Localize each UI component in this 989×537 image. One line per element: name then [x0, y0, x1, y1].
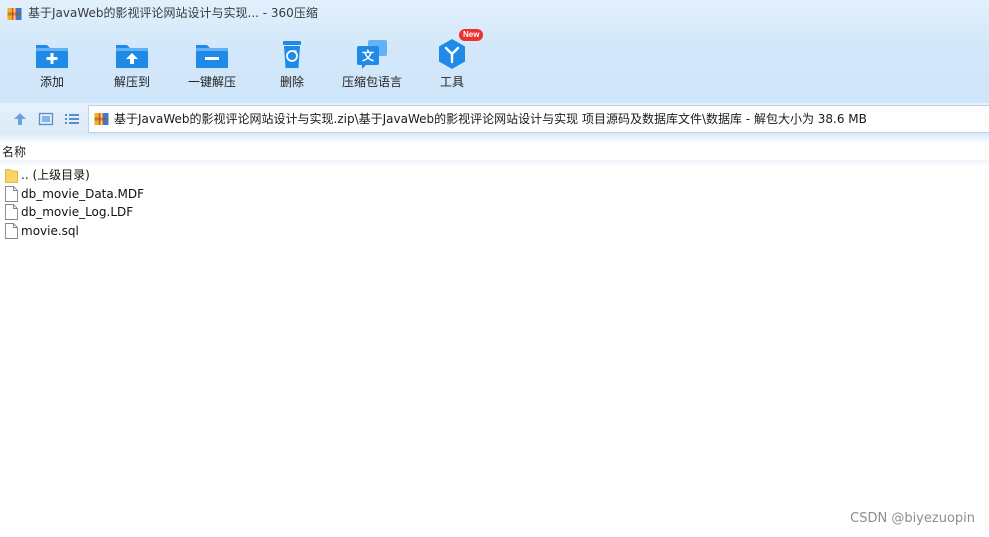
file-name: movie.sql [21, 223, 79, 238]
add-button[interactable]: 添加 [6, 34, 98, 94]
file-icon [5, 204, 18, 220]
extract-folder-icon [116, 45, 148, 68]
navigation-bar: 基于JavaWeb的影视评论网站设计与实现.zip\基于JavaWeb的影视评论… [0, 103, 989, 135]
svg-text:文: 文 [362, 48, 375, 63]
file-name: db_movie_Data.MDF [21, 186, 145, 201]
folder-icon [5, 169, 18, 183]
file-icon [5, 185, 18, 202]
toolbar: 添加 解压到 一键解压 删除 文 压缩包语言 New 工具 [0, 29, 520, 96]
extract-to-button[interactable]: 解压到 [86, 34, 178, 94]
archive-language-button[interactable]: 文 压缩包语言 [326, 34, 418, 94]
tools-button-label: 工具 [439, 75, 464, 89]
column-header-name[interactable]: 名称 [2, 145, 26, 159]
archive-language-button-label: 压缩包语言 [341, 75, 402, 89]
list-item-parent-directory[interactable]: .. (上级目录) [0, 166, 989, 185]
archive-icon [7, 8, 22, 20]
separator [0, 135, 989, 144]
recycle-bin-icon [283, 41, 301, 68]
list-view-icon[interactable] [63, 110, 81, 128]
extract-to-button-label: 解压到 [113, 75, 150, 89]
file-list: .. (上级目录) db_movie_Data.MDF db_movie_Log… [0, 166, 989, 240]
thumbnail-view-icon[interactable] [37, 110, 55, 128]
quick-extract-folder-icon [196, 45, 228, 68]
title-bar: 基于JavaWeb的影视评论网站设计与实现... - 360压缩 [0, 0, 989, 28]
file-name: .. (上级目录) [21, 168, 90, 182]
watermark: CSDN @biyezuopin [850, 511, 975, 526]
tools-button[interactable]: New 工具 [406, 29, 498, 94]
delete-button[interactable]: 删除 [246, 34, 338, 94]
tools-icon [439, 39, 465, 69]
up-arrow-icon[interactable] [11, 110, 29, 128]
add-button-label: 添加 [39, 75, 64, 89]
path-text: 基于JavaWeb的影视评论网站设计与实现.zip\基于JavaWeb的影视评论… [114, 112, 867, 126]
delete-button-label: 删除 [279, 75, 304, 89]
window-header: 基于JavaWeb的影视评论网站设计与实现... - 360压缩 添加 解压到 [0, 0, 989, 103]
list-item[interactable]: movie.sql [0, 222, 989, 241]
archive-icon [94, 113, 109, 125]
quick-extract-button-label: 一键解压 [187, 75, 236, 89]
list-item[interactable]: db_movie_Data.MDF [0, 185, 989, 204]
window-title: 基于JavaWeb的影视评论网站设计与实现... - 360压缩 [28, 6, 318, 20]
file-icon [5, 222, 18, 239]
path-bar[interactable]: 基于JavaWeb的影视评论网站设计与实现.zip\基于JavaWeb的影视评论… [88, 105, 989, 133]
quick-extract-button[interactable]: 一键解压 [166, 34, 258, 94]
new-badge: New [459, 29, 484, 41]
list-item[interactable]: db_movie_Log.LDF [0, 203, 989, 222]
add-folder-icon [36, 45, 68, 68]
language-icon: 文 [357, 40, 387, 69]
file-name: db_movie_Log.LDF [21, 205, 134, 219]
